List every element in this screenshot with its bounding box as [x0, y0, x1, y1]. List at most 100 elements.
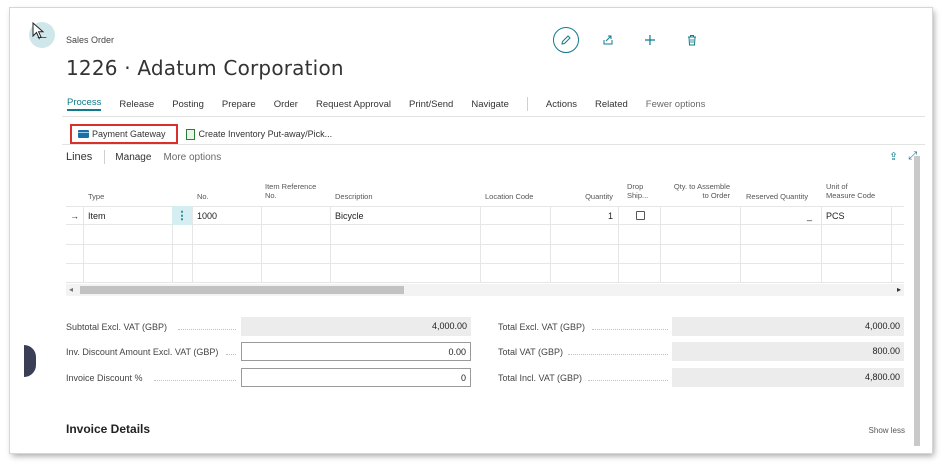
col-qty-assemble[interactable]: Qty. to Assemble to Order — [662, 182, 730, 200]
col-separator — [261, 206, 262, 282]
col-uom[interactable]: Unit of Measure Code — [826, 182, 875, 200]
menu-process[interactable]: Process — [67, 97, 102, 111]
page-actions — [553, 27, 721, 53]
lines-manage[interactable]: Manage — [115, 152, 151, 163]
total-vat-value: 800.00 — [672, 342, 904, 361]
col-quantity[interactable]: Quantity — [561, 192, 613, 201]
lines-title: Lines — [66, 151, 93, 163]
menu-release[interactable]: Release — [119, 99, 154, 110]
share-icon[interactable] — [595, 27, 621, 53]
credit-card-icon — [78, 130, 89, 138]
inv-discount-amount-label: Inv. Discount Amount Excl. VAT (GBP) — [66, 347, 219, 357]
horizontal-scrollbar[interactable]: ◂ ▸ — [66, 284, 904, 296]
leader-dots — [154, 380, 236, 381]
menu-posting[interactable]: Posting — [172, 99, 204, 110]
process-subactions: Payment Gateway Create Inventory Put-awa… — [70, 124, 332, 144]
subtotal-value: 4,000.00 — [241, 317, 471, 336]
menu-actions[interactable]: Actions — [546, 99, 577, 110]
col-uom-line1: Unit of — [826, 182, 848, 191]
plus-icon[interactable] — [637, 27, 663, 53]
col-qty-assemble-line1: Qty. to Assemble — [673, 182, 730, 191]
cell-type[interactable]: Item — [88, 211, 106, 221]
col-item-ref-line2: No. — [265, 191, 277, 200]
col-item-ref-line1: Item Reference — [265, 182, 317, 191]
page-caption: Sales Order — [66, 35, 115, 45]
col-type[interactable]: Type — [88, 192, 104, 201]
col-separator — [480, 206, 481, 282]
menu-print-send[interactable]: Print/Send — [409, 99, 453, 110]
subtotal-label: Subtotal Excl. VAT (GBP) — [66, 322, 168, 332]
subbar-divider — [62, 144, 925, 145]
menu-divider-line — [62, 116, 925, 117]
leader-dots — [226, 354, 236, 355]
col-separator — [891, 206, 892, 282]
mouse-cursor-icon — [32, 22, 45, 39]
total-excl-vat-value: 4,000.00 — [672, 317, 904, 336]
col-uom-line2: Measure Code — [826, 191, 876, 200]
share-icon[interactable]: ⇪ — [889, 150, 898, 163]
menu-related[interactable]: Related — [595, 99, 628, 110]
cell-quantity[interactable]: 1 — [561, 211, 613, 221]
col-location[interactable]: Location Code — [485, 192, 533, 201]
col-no[interactable]: No. — [197, 192, 209, 201]
lines-divider — [104, 150, 106, 164]
page-title: 1226 · Adatum Corporation — [66, 56, 344, 80]
menu-prepare[interactable]: Prepare — [222, 99, 256, 110]
col-drop-ship[interactable]: Drop Ship... — [627, 182, 648, 200]
total-excl-vat-label: Total Excl. VAT (GBP) — [498, 322, 586, 332]
col-separator — [821, 206, 822, 282]
col-description[interactable]: Description — [335, 192, 373, 201]
payment-gateway-label: Payment Gateway — [92, 129, 166, 139]
action-menu: Process Release Posting Prepare Order Re… — [67, 97, 723, 111]
cell-reserved[interactable]: _ — [756, 211, 812, 221]
invoice-discount-pct-label: Invoice Discount % — [66, 373, 143, 383]
menu-fewer-options[interactable]: Fewer options — [646, 99, 706, 110]
menu-navigate[interactable]: Navigate — [471, 99, 509, 110]
invoice-discount-pct-field[interactable]: 0 — [241, 368, 471, 387]
col-separator — [330, 206, 331, 282]
edit-pencil-icon[interactable] — [553, 27, 579, 53]
cell-uom[interactable]: PCS — [826, 211, 845, 221]
leader-dots — [588, 380, 668, 381]
cell-description[interactable]: Bicycle — [335, 211, 364, 221]
total-incl-vat-label: Total Incl. VAT (GBP) — [498, 373, 583, 383]
leader-dots — [178, 329, 236, 330]
row-menu-icon[interactable]: ⋮ — [172, 206, 192, 225]
col-separator — [550, 206, 551, 282]
scrollbar-thumb[interactable] — [80, 286, 404, 294]
leader-dots — [592, 329, 668, 330]
col-reserved[interactable]: Reserved Quantity — [746, 192, 808, 201]
lines-tools: ⇪ ⤢ — [879, 150, 917, 163]
scroll-right-icon[interactable]: ▸ — [897, 285, 901, 294]
col-separator — [192, 206, 193, 282]
total-vat-label: Total VAT (GBP) — [498, 347, 564, 357]
scroll-left-icon[interactable]: ◂ — [69, 285, 73, 294]
col-drop-ship-line2: Ship... — [627, 191, 649, 200]
col-qty-assemble-line2: to Order — [702, 191, 730, 200]
leader-dots — [568, 354, 668, 355]
create-inventory-button[interactable]: Create Inventory Put-away/Pick... — [199, 129, 333, 139]
row-arrow-icon: → — [70, 211, 79, 221]
col-drop-ship-line1: Drop — [627, 182, 644, 191]
lines-more-options[interactable]: More options — [163, 152, 221, 163]
drop-ship-checkbox[interactable] — [636, 211, 645, 220]
vertical-scrollbar[interactable] — [914, 156, 920, 446]
document-icon — [185, 128, 195, 140]
inv-discount-amount-field[interactable]: 0.00 — [241, 342, 471, 361]
col-separator — [740, 206, 741, 282]
show-less-link[interactable]: Show less — [869, 426, 905, 435]
trash-icon[interactable] — [679, 27, 705, 53]
invoice-details-title[interactable]: Invoice Details — [66, 422, 150, 436]
col-separator — [660, 206, 661, 282]
lines-grid: Type No. Item Reference No. Description … — [66, 170, 904, 300]
cell-no[interactable]: 1000 — [197, 211, 217, 221]
menu-divider — [526, 97, 528, 111]
menu-order[interactable]: Order — [274, 99, 298, 110]
lines-header: Lines Manage More options — [66, 150, 221, 164]
col-item-ref[interactable]: Item Reference No. — [265, 182, 316, 200]
total-incl-vat-value: 4,800.00 — [672, 368, 904, 387]
col-separator — [618, 206, 619, 282]
payment-gateway-button[interactable]: Payment Gateway — [70, 124, 178, 144]
col-separator — [83, 206, 84, 282]
menu-request-approval[interactable]: Request Approval — [316, 99, 391, 110]
